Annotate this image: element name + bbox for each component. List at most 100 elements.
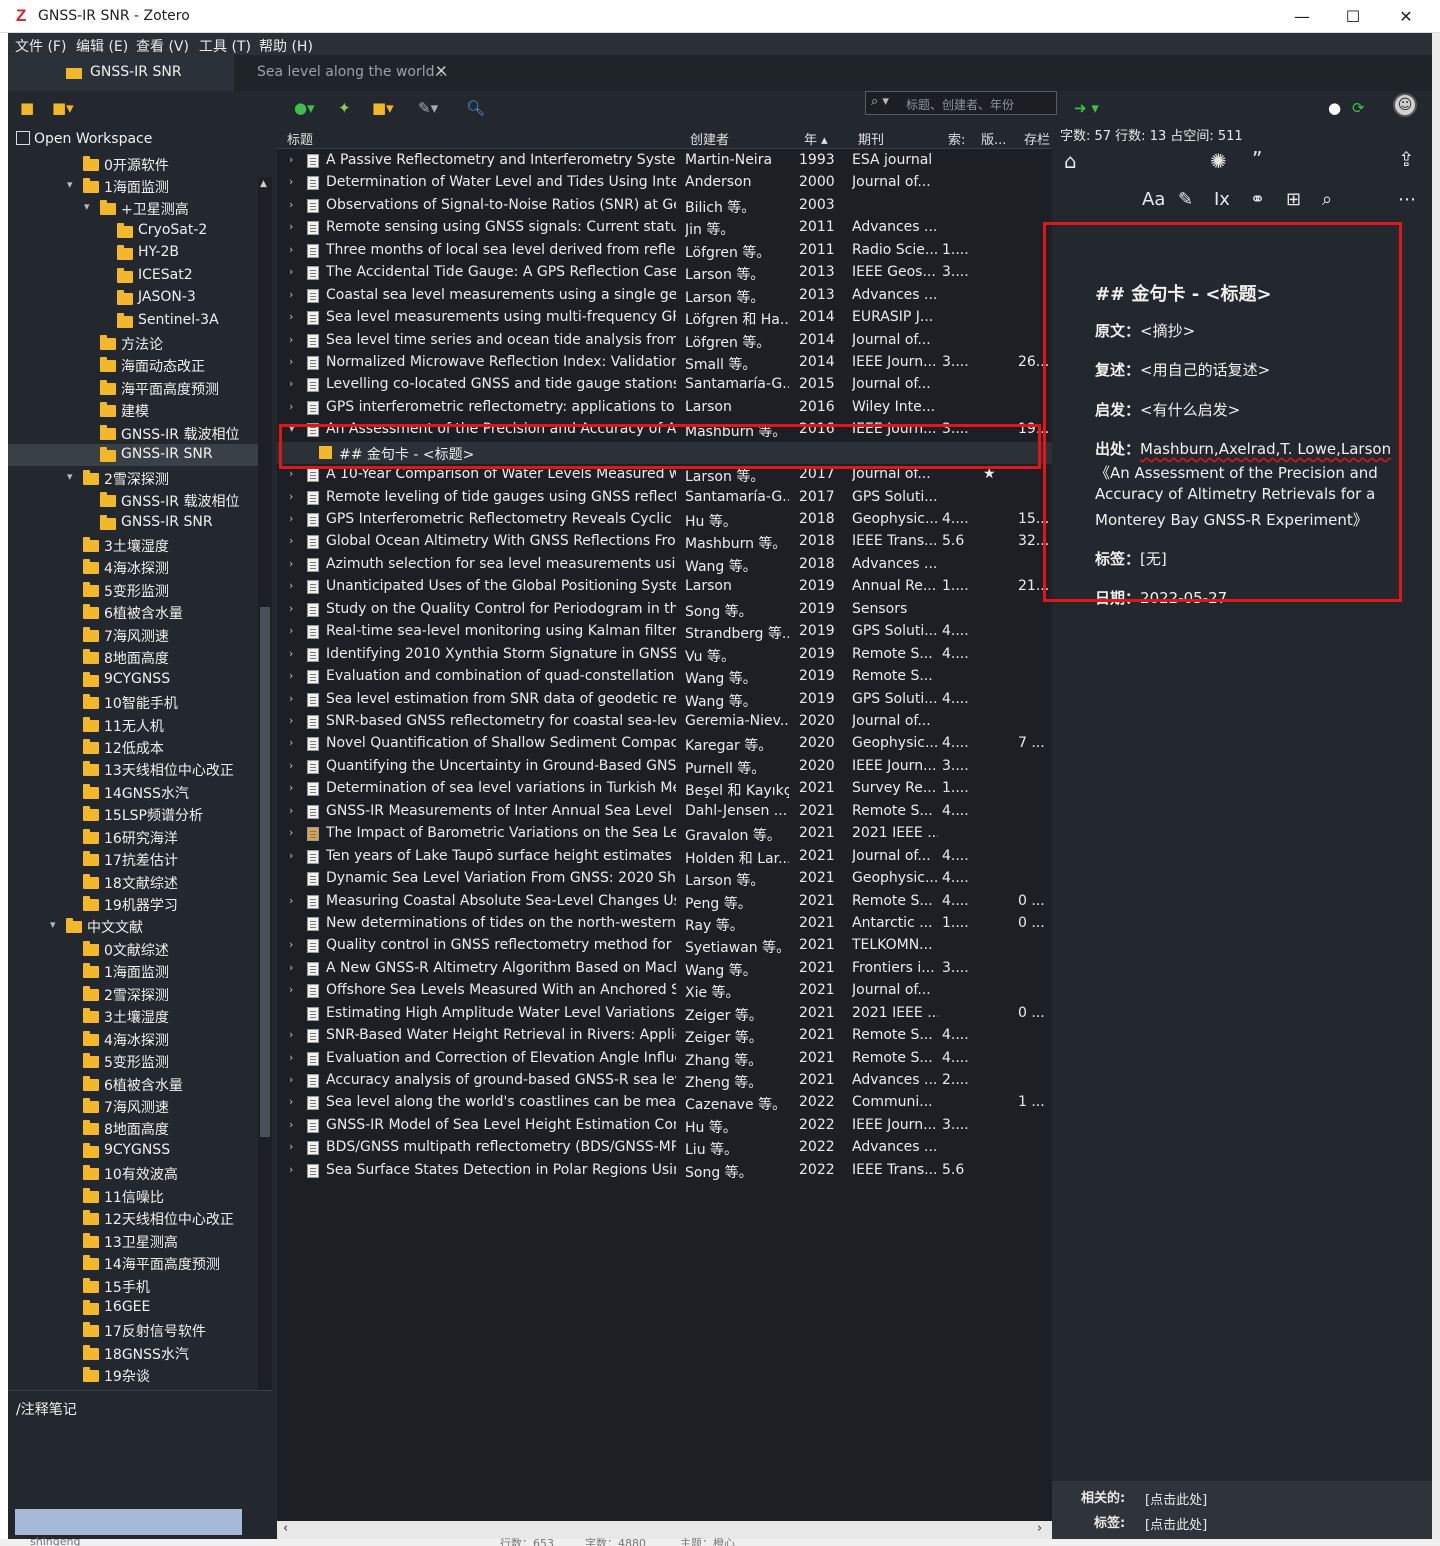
collection-item[interactable]: 14海平面高度预测 [8,1252,258,1274]
collection-item[interactable]: 16研究海洋 [8,826,258,848]
table-row[interactable]: › GNSS-IR Model of Sea Level Height Estim… [277,1115,1052,1137]
table-row[interactable]: › The Accidental Tide Gauge: A GPS Reflec… [277,262,1052,284]
locate-icon[interactable]: ➜ ▾ [1074,99,1099,117]
table-row[interactable]: › Real-time sea-level monitoring using Ka… [277,621,1052,643]
table-row[interactable]: › Evaluation and combination of quad-cons… [277,666,1052,688]
new-note-icon[interactable]: ■▾ [372,99,394,117]
chevron-right-icon[interactable]: › [289,490,293,503]
child-note-row[interactable]: ## 金句卡 - <标题> [277,441,1052,465]
table-row[interactable]: › A 10-Year Comparison of Water Levels Me… [277,464,1052,486]
tab-library[interactable]: GNSS-IR SNR [8,55,234,91]
collection-item[interactable]: 海面动态改正 [8,354,258,376]
collection-item[interactable]: 海平面高度预测 [8,377,258,399]
collection-item[interactable]: ▾ 1海面监测 [8,175,258,197]
table-row[interactable]: New determinations of tides on the north… [277,913,1052,935]
table-row[interactable]: › Sea level measurements using multi-freq… [277,307,1052,329]
collection-item[interactable]: ▾ +卫星测高 [8,197,258,219]
chevron-right-icon[interactable]: › [289,647,293,660]
chevron-right-icon[interactable]: › [289,602,293,615]
chevron-right-icon[interactable]: › [289,175,293,188]
search-box[interactable]: ⌕ ▾ 标题、创建者、年份 [865,91,1057,115]
chevron-right-icon[interactable]: › [289,1073,293,1086]
chevron-right-icon[interactable]: › [289,983,293,996]
table-row[interactable]: › Azimuth selection for sea level measure… [277,554,1052,576]
column-title[interactable]: 标题 [287,129,313,148]
new-collection-icon[interactable]: ■ [20,99,34,117]
table-row[interactable]: › Offshore Sea Levels Measured With an An… [277,980,1052,1002]
chevron-right-icon[interactable]: › [289,759,293,772]
chevron-right-icon[interactable]: › [289,804,293,817]
collection-item[interactable]: 6植被含水量 [8,601,258,623]
table-row[interactable]: › Ten years of Lake Taupō surface height … [277,846,1052,868]
collection-item[interactable]: 13卫星测高 [8,1230,258,1252]
collection-item[interactable]: 0文献综述 [8,938,258,960]
collection-item[interactable]: 17抗差估计 [8,848,258,870]
chevron-down-icon[interactable]: ▾ [289,422,295,435]
open-workspace-button[interactable]: Open Workspace [16,131,152,147]
chevron-right-icon[interactable]: › [289,781,293,794]
collection-item[interactable]: 17反射信号软件 [8,1319,258,1341]
chevron-right-icon[interactable]: › [289,198,293,211]
scrollbar-thumb[interactable] [260,607,270,1137]
collection-item[interactable]: ▾ 中文文献 [8,915,258,937]
scroll-up-icon[interactable]: ▲ [260,179,267,189]
home-icon[interactable]: ⌂ [1064,149,1077,173]
attachment-icon[interactable]: ✎▾ [418,99,438,117]
table-row[interactable]: Dynamic Sea Level Variation From GNSS: 2… [277,868,1052,890]
collection-item[interactable]: 15LSP频谱分析 [8,803,258,825]
table-row[interactable]: › Quantifying the Uncertainty in Ground-B… [277,756,1052,778]
menu-help[interactable]: 帮助 (H) [259,36,313,56]
tag-filter-input[interactable] [15,1509,242,1535]
table-row[interactable]: › GNSS-IR Measurements of Inter Annual Se… [277,801,1052,823]
table-row[interactable]: ▾ An Assessment of the Precision and Accu… [277,419,1052,441]
link-icon[interactable]: ⚭ [1250,189,1265,210]
tab-document[interactable]: Sea level along the world... ✕ [244,55,460,91]
collection-item[interactable]: 1海面监测 [8,960,258,982]
note-content[interactable]: ## 金句卡 - <标题> 原文：<摘抄> 复述：<用自己的话复述> 启发：<有… [1052,256,1410,633]
column-index[interactable]: 索: [948,129,965,148]
chevron-down-icon[interactable]: ▾ [84,200,90,213]
tags-link[interactable]: [点击此处] [1145,1514,1207,1533]
column-year[interactable]: 年 ▴ [804,129,828,148]
table-row[interactable]: › Unanticipated Uses of the Global Positi… [277,576,1052,598]
collection-item[interactable]: GNSS-IR SNR [8,512,258,534]
table-row[interactable]: › Remote leveling of tide gauges using GN… [277,487,1052,509]
highlight-icon[interactable]: ✎ [1178,189,1193,210]
collection-item[interactable]: 3土壤湿度 [8,534,258,556]
chevron-right-icon[interactable]: › [289,220,293,233]
menu-edit[interactable]: 编辑 (E) [76,36,128,56]
tag-filter-label[interactable]: /注释笔记 [16,1399,77,1419]
table-row[interactable]: › Quality control in GNSS reflectometry m… [277,935,1052,957]
table-row[interactable]: › Novel Quantification of Shallow Sedimen… [277,733,1052,755]
chevron-right-icon[interactable]: › [289,669,293,682]
chevron-right-icon[interactable]: › [289,557,293,570]
collection-item[interactable]: 11无人机 [8,714,258,736]
collection-item[interactable]: 8地面高度 [8,1117,258,1139]
table-row[interactable]: › Sea Surface States Detection in Polar R… [277,1160,1052,1182]
advanced-search-icon[interactable]: 🔍︎ [466,99,485,117]
collection-item[interactable]: 13天线相位中心改正 [8,758,258,780]
chevron-right-icon[interactable]: › [289,961,293,974]
table-row[interactable]: › Determination of sea level variations i… [277,778,1052,800]
collection-item[interactable]: 6植被含水量 [8,1073,258,1095]
table-row[interactable]: › Normalized Microwave Reflection Index: … [277,352,1052,374]
table-row[interactable]: › Sea level estimation from SNR data of g… [277,689,1052,711]
column-publication[interactable]: 期刊 [858,129,884,148]
chevron-right-icon[interactable]: › [289,849,293,862]
collection-item[interactable]: 16GEE [8,1297,258,1319]
table-row[interactable]: › Levelling co-located GNSS and tide gaug… [277,374,1052,396]
more-options-icon[interactable]: ⋯ [1398,189,1416,210]
new-library-icon[interactable]: ■▾ [52,99,74,117]
table-row[interactable]: Estimating High Amplitude Water Level Va… [277,1003,1052,1025]
chevron-right-icon[interactable]: › [289,377,293,390]
find-icon[interactable]: ⌕ [1322,189,1332,210]
table-row[interactable]: › Measuring Coastal Absolute Sea-Level Ch… [277,891,1052,913]
chevron-right-icon[interactable]: › [289,894,293,907]
chevron-right-icon[interactable]: › [289,624,293,637]
chevron-right-icon[interactable]: › [289,512,293,525]
scroll-left-icon[interactable]: ‹ [283,1521,288,1536]
collection-item[interactable]: 10有效波高 [8,1162,258,1184]
collection-item[interactable]: 0开源软件 [8,153,258,175]
font-size-icon[interactable]: Aa [1142,189,1165,210]
table-row[interactable]: › Three months of local sea level derived… [277,240,1052,262]
